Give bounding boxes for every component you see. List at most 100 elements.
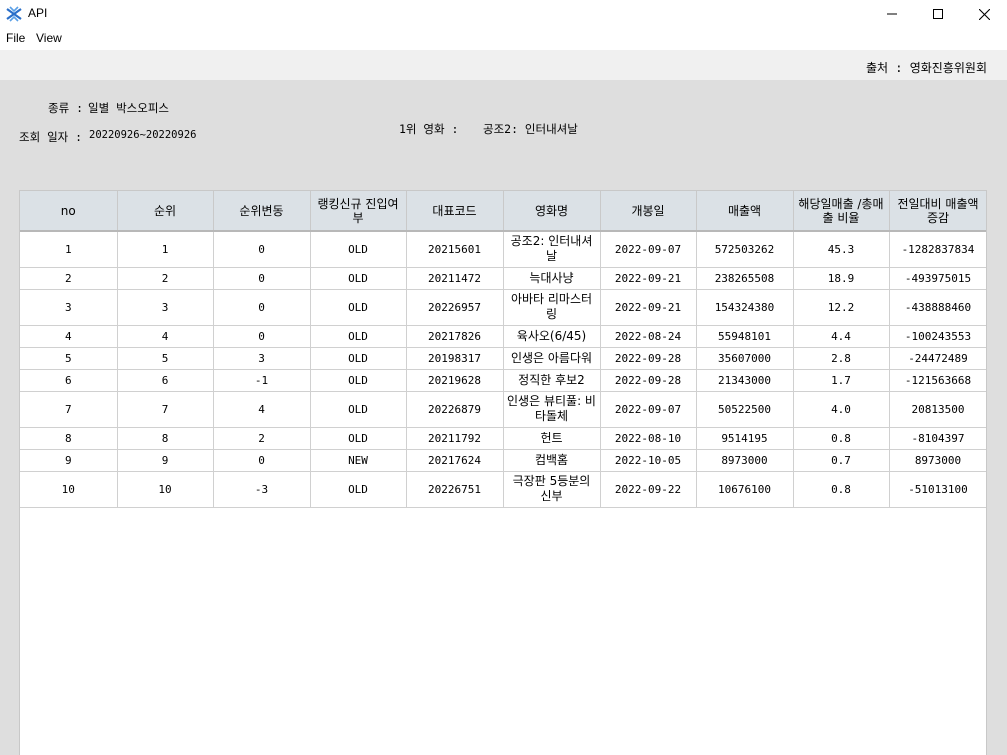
table-cell[interactable]: 아바타 리마스터링 — [503, 289, 601, 326]
table-cell[interactable]: 10 — [20, 471, 118, 508]
table-cell[interactable]: 0.8 — [793, 471, 890, 508]
table-cell[interactable]: 20226879 — [406, 391, 504, 428]
table-cell[interactable]: 9 — [20, 449, 118, 472]
table-cell[interactable]: 2022-10-05 — [600, 449, 697, 472]
table-cell[interactable]: 10 — [117, 471, 214, 508]
table-cell[interactable]: 20217826 — [406, 325, 504, 348]
table-cell[interactable]: 35607000 — [696, 347, 794, 370]
table-cell[interactable]: 20217624 — [406, 449, 504, 472]
column-header[interactable]: 영화명 — [503, 191, 601, 232]
table-cell[interactable]: -8104397 — [889, 427, 986, 450]
table-row[interactable]: 10 10 -3 OLD 20226751 극장판 5등분의 신부 2022-09-22 10… — [20, 471, 986, 508]
table-cell[interactable]: 7 — [117, 391, 214, 428]
table-cell[interactable]: 2022-09-28 — [600, 369, 697, 392]
table-cell[interactable]: 4.0 — [793, 391, 890, 428]
table-cell[interactable]: 8 — [117, 427, 214, 450]
table-row[interactable]: 6 6 -1 OLD 20219628 정직한 후보2 2022-09-28 21343000… — [20, 369, 986, 392]
table-cell[interactable]: OLD — [310, 347, 407, 370]
table-cell[interactable]: 0 — [213, 289, 311, 326]
table-cell[interactable]: 극장판 5등분의 신부 — [503, 471, 601, 508]
table-cell[interactable]: 정직한 후보2 — [503, 369, 601, 392]
table-cell[interactable]: 4 — [20, 325, 118, 348]
table-cell[interactable]: 20219628 — [406, 369, 504, 392]
table-cell[interactable]: OLD — [310, 267, 407, 290]
table-cell[interactable]: 2022-09-22 — [600, 471, 697, 508]
column-header[interactable]: 개봉일 — [600, 191, 697, 232]
table-cell[interactable]: 20813500 — [889, 391, 986, 428]
table-cell[interactable]: NEW — [310, 449, 407, 472]
table-cell[interactable]: 4 — [117, 325, 214, 348]
close-button[interactable] — [961, 0, 1007, 28]
table-cell[interactable]: 3 — [213, 347, 311, 370]
table-cell[interactable]: 9514195 — [696, 427, 794, 450]
minimize-button[interactable] — [869, 0, 915, 28]
table-cell[interactable]: 헌트 — [503, 427, 601, 450]
table-cell[interactable]: -121563668 — [889, 369, 986, 392]
table-cell[interactable]: 2 — [213, 427, 311, 450]
table-cell[interactable]: 육사오(6/45) — [503, 325, 601, 348]
table-row[interactable]: 9 9 0 NEW 20217624 컴백홈 2022-10-05 8973000 0.7 897… — [20, 449, 986, 472]
maximize-button[interactable] — [915, 0, 961, 28]
column-header[interactable]: 순위 — [117, 191, 214, 232]
table-cell[interactable]: 인생은 아름다워 — [503, 347, 601, 370]
table-cell[interactable]: 0 — [213, 325, 311, 348]
menu-file[interactable]: File — [6, 31, 25, 45]
table-row[interactable]: 8 8 2 OLD 20211792 헌트 2022-08-10 9514195 0.8 -810… — [20, 427, 986, 450]
table-cell[interactable]: 0 — [213, 449, 311, 472]
column-header[interactable]: no — [20, 191, 118, 232]
table-cell[interactable]: -1282837834 — [889, 231, 986, 268]
table-cell[interactable]: OLD — [310, 231, 407, 268]
table-cell[interactable]: 1 — [20, 231, 118, 268]
column-header[interactable]: 해당일매출 /총매출 비율 — [793, 191, 890, 232]
table-cell[interactable]: 20226957 — [406, 289, 504, 326]
table-cell[interactable]: 공조2: 인터내셔날 — [503, 231, 601, 268]
table-cell[interactable]: 10676100 — [696, 471, 794, 508]
table-cell[interactable]: 4.4 — [793, 325, 890, 348]
table-cell[interactable]: 2022-09-28 — [600, 347, 697, 370]
table-cell[interactable]: 컴백홈 — [503, 449, 601, 472]
table-cell[interactable]: -24472489 — [889, 347, 986, 370]
table-cell[interactable]: 572503262 — [696, 231, 794, 268]
table-row[interactable]: 7 7 4 OLD 20226879 인생은 뷰티풀: 비타돌체 2022-09-07 505… — [20, 391, 986, 428]
table-cell[interactable]: 20226751 — [406, 471, 504, 508]
table-cell[interactable]: 0.8 — [793, 427, 890, 450]
table-cell[interactable]: 154324380 — [696, 289, 794, 326]
table-cell[interactable]: 2 — [20, 267, 118, 290]
table-cell[interactable]: OLD — [310, 427, 407, 450]
table-cell[interactable]: 3 — [117, 289, 214, 326]
column-header[interactable]: 전일대비 매출액 증감 — [889, 191, 986, 232]
table-cell[interactable]: 8 — [20, 427, 118, 450]
table-cell[interactable]: 50522500 — [696, 391, 794, 428]
table-cell[interactable]: OLD — [310, 391, 407, 428]
column-header[interactable]: 랭킹신규 진입여부 — [310, 191, 407, 232]
table-cell[interactable]: -438888460 — [889, 289, 986, 326]
menu-view[interactable]: View — [36, 31, 62, 45]
table-cell[interactable]: 21343000 — [696, 369, 794, 392]
table-row[interactable]: 5 5 3 OLD 20198317 인생은 아름다워 2022-09-28 35607000… — [20, 347, 986, 370]
table-cell[interactable]: 9 — [117, 449, 214, 472]
table-cell[interactable]: 8973000 — [889, 449, 986, 472]
table-cell[interactable]: 5 — [117, 347, 214, 370]
column-header[interactable]: 매출액 — [696, 191, 794, 232]
table-cell[interactable]: 0 — [213, 267, 311, 290]
table-cell[interactable]: 20198317 — [406, 347, 504, 370]
table-cell[interactable]: 18.9 — [793, 267, 890, 290]
column-header[interactable]: 순위변동 — [213, 191, 311, 232]
table-cell[interactable]: 2022-08-10 — [600, 427, 697, 450]
table-row[interactable]: 2 2 0 OLD 20211472 늑대사냥 2022-09-21 238265508 18.… — [20, 267, 986, 290]
table-cell[interactable]: 3 — [20, 289, 118, 326]
boxoffice-table[interactable]: no 순위 순위변동 랭킹신규 진입여부 대표코드 영화명 개봉일 매출액 해당일매출 /총매출… — [19, 190, 987, 755]
table-cell[interactable]: 12.2 — [793, 289, 890, 326]
table-cell[interactable]: 인생은 뷰티풀: 비타돌체 — [503, 391, 601, 428]
table-cell[interactable]: 5 — [20, 347, 118, 370]
table-cell[interactable]: 45.3 — [793, 231, 890, 268]
table-cell[interactable]: OLD — [310, 289, 407, 326]
table-cell[interactable]: 20215601 — [406, 231, 504, 268]
table-cell[interactable]: 0 — [213, 231, 311, 268]
table-cell[interactable]: 2022-08-24 — [600, 325, 697, 348]
table-cell[interactable]: OLD — [310, 369, 407, 392]
table-cell[interactable]: OLD — [310, 325, 407, 348]
table-cell[interactable]: -493975015 — [889, 267, 986, 290]
table-cell[interactable]: 1 — [117, 231, 214, 268]
table-row[interactable]: 1 1 0 OLD 20215601 공조2: 인터내셔날 2022-09-07 572503… — [20, 231, 986, 268]
